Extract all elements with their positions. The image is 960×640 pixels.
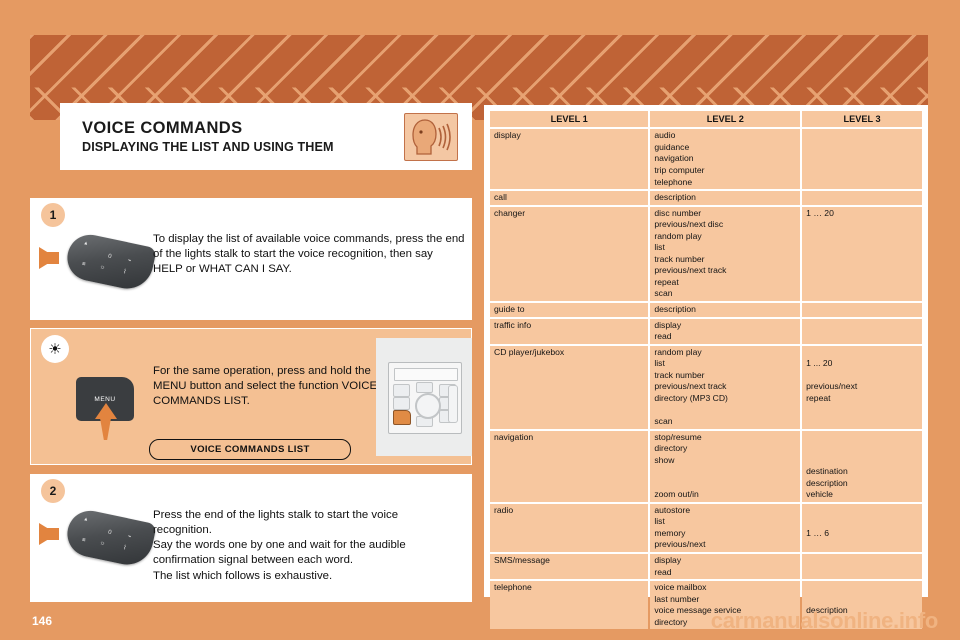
- step-2-text: Press the end of the lights stalk to sta…: [153, 509, 406, 582]
- table-row: SMS/message display read: [490, 553, 922, 580]
- cell-level1: navigation: [490, 430, 649, 502]
- key-esc: [393, 384, 410, 397]
- cell-level3: [802, 553, 922, 580]
- cell-level1: SMS/message: [490, 553, 649, 580]
- cell-level2: random play list track number previous/n…: [650, 345, 801, 429]
- page-title: VOICE COMMANDS: [82, 118, 243, 137]
- table-row: traffic info display read: [490, 318, 922, 344]
- site-watermark: carmanualsonline.info: [710, 608, 939, 633]
- cell-level1: telephone: [490, 581, 649, 630]
- cell-level2: stop/resume directory show zoom out/in: [650, 430, 801, 502]
- cell-level1: CD player/jukebox: [490, 345, 649, 429]
- table-row: guide to description: [490, 303, 922, 317]
- cell-level3: [802, 191, 922, 205]
- cell-level3: [802, 129, 922, 190]
- press-arrow-icon: [95, 403, 117, 419]
- cell-level3: destination description vehicle: [802, 430, 922, 502]
- step-badge: 2: [41, 479, 65, 503]
- table-row: radio autostore list memory previous/next…: [490, 503, 922, 552]
- radio-panel-photo: [376, 338, 472, 456]
- page-number: 146: [32, 614, 53, 628]
- cell-level3: 1 ... 20 previous/next repeat: [802, 345, 922, 429]
- cell-level1: changer: [490, 206, 649, 302]
- lights-stalk-illustration: ▴ 0 ☼ ⌁ ⌇ ≡: [39, 230, 157, 305]
- cell-level2: disc number previous/next disc random pl…: [650, 206, 801, 302]
- page-subtitle: DISPLAYING THE LIST AND USING THEM: [82, 140, 334, 155]
- page-title-card: VOICE COMMANDS DISPLAYING THE LIST AND U…: [60, 103, 472, 170]
- side-strip: [448, 385, 458, 423]
- cell-level3: 1 … 20: [802, 206, 922, 302]
- cell-level1: traffic info: [490, 318, 649, 344]
- table-row: changer disc number previous/next disc ra…: [490, 206, 922, 302]
- cell-level3: [802, 318, 922, 344]
- step-2-panel: 2 ▴ 0 ☼ ⌁ ⌇ ≡ Press the end of the lights sta…: [30, 474, 472, 602]
- cd-slot: [394, 368, 458, 381]
- light-bulb-tip-icon: ☀: [41, 335, 69, 363]
- column-header-level-3: LEVEL 3: [802, 111, 922, 128]
- tip-panel: ☀ MENU For the same operation, press and…: [30, 328, 472, 465]
- table-row: call description: [490, 191, 922, 205]
- pointer-arrow-icon: [39, 247, 59, 269]
- stalk-body: ▴ 0 ☼ ⌁ ⌇ ≡: [63, 506, 157, 570]
- speaking-head-icon: [404, 112, 458, 161]
- lights-stalk-illustration: ▴ 0 ☼ ⌁ ⌇ ≡: [39, 506, 157, 581]
- tip-text: For the same operation, press and hold t…: [153, 365, 378, 408]
- cell-level3: [802, 303, 922, 317]
- stalk-body: ▴ 0 ☼ ⌁ ⌇ ≡: [63, 230, 157, 294]
- step-badge: 1: [41, 203, 65, 227]
- cell-level2: audio guidance navigation trip computer …: [650, 129, 801, 190]
- pointer-arrow-icon: [39, 523, 59, 545]
- table-row: CD player/jukebox random play list track …: [490, 345, 922, 429]
- cell-level1: display: [490, 129, 649, 190]
- cell-level1: radio: [490, 503, 649, 552]
- step-1-text: To display the list of available voice c…: [153, 233, 465, 276]
- column-header-level-2: LEVEL 2: [650, 111, 801, 128]
- cell-level2: autostore list memory previous/next: [650, 503, 801, 552]
- step-1-panel: 1 ▴ 0 ☼ ⌁ ⌇ ≡ To display the list of availabl…: [30, 198, 472, 320]
- table-row: navigation stop/resume directory show zoo…: [490, 430, 922, 502]
- voice-commands-table: LEVEL 1 LEVEL 2 LEVEL 3 display audio gui…: [488, 109, 924, 631]
- cell-level2: display read: [650, 318, 801, 344]
- table-row: display audio guidance navigation trip co…: [490, 129, 922, 190]
- key-up: [416, 382, 433, 393]
- cell-level1: call: [490, 191, 649, 205]
- voice-commands-list-button[interactable]: VOICE COMMANDS LIST: [149, 439, 351, 460]
- cell-level2: description: [650, 303, 801, 317]
- key-prev: [393, 397, 410, 410]
- table-body: display audio guidance navigation trip co…: [490, 129, 922, 630]
- menu-key-highlight: [393, 410, 411, 425]
- rotary-dial: [415, 393, 441, 419]
- radio-unit: [388, 362, 462, 434]
- title-text-group: VOICE COMMANDS DISPLAYING THE LIST AND U…: [60, 119, 404, 155]
- column-header-level-1: LEVEL 1: [490, 111, 649, 128]
- table-header-row: LEVEL 1 LEVEL 2 LEVEL 3: [490, 111, 922, 128]
- cell-level1: guide to: [490, 303, 649, 317]
- cell-level3: 1 … 6: [802, 503, 922, 552]
- press-arrow-tail: [100, 418, 111, 440]
- cell-level2: display read: [650, 553, 801, 580]
- voice-commands-table-card: LEVEL 1 LEVEL 2 LEVEL 3 display audio gui…: [484, 105, 928, 630]
- cell-level2: description: [650, 191, 801, 205]
